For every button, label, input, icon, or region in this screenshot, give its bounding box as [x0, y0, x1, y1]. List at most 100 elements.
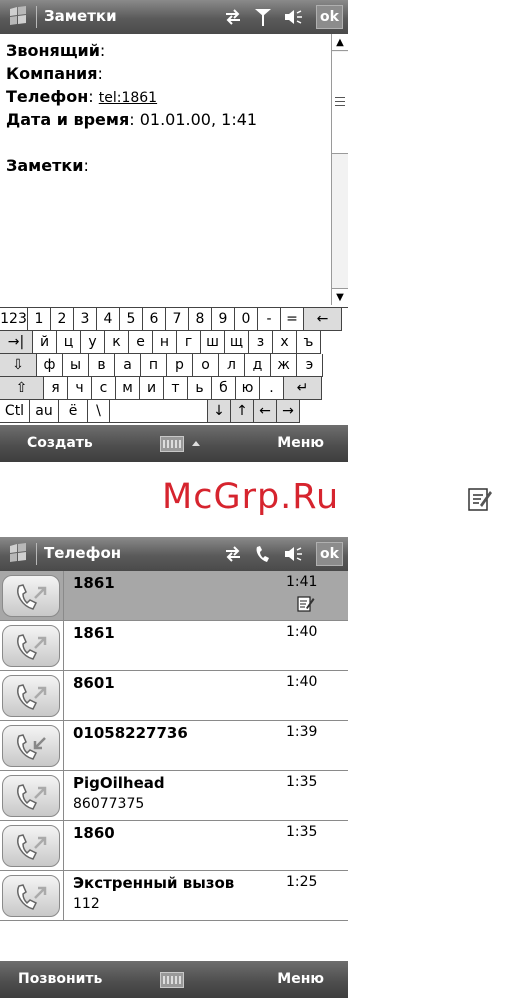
input-menu-caret-icon[interactable]	[192, 441, 200, 446]
keyboard-key[interactable]: ь	[188, 377, 212, 400]
phone-handset-icon[interactable]	[252, 543, 274, 565]
signal-antenna-icon[interactable]	[252, 6, 274, 28]
keyboard-key[interactable]: 5	[120, 308, 143, 331]
keyboard-key[interactable]: au	[30, 400, 59, 423]
keyboard-key[interactable]: ⇧	[0, 377, 44, 400]
keyboard-key[interactable]: ⇩	[0, 354, 37, 377]
keyboard-key[interactable]: ↓	[208, 400, 231, 423]
call-list-item[interactable]: 01058227736 1:39	[0, 721, 348, 771]
keyboard-key[interactable]: ←	[254, 400, 277, 423]
scroll-up-button[interactable]: ▲	[332, 34, 348, 51]
keyboard-key[interactable]: у	[81, 331, 105, 354]
keyboard-key[interactable]: ё	[59, 400, 88, 423]
keyboard-key[interactable]: 6	[143, 308, 166, 331]
new-softkey[interactable]: Создать	[27, 435, 93, 451]
keyboard-key[interactable]: 123	[0, 308, 28, 331]
keyboard-key[interactable]: 7	[166, 308, 189, 331]
keyboard-key[interactable]: \	[88, 400, 110, 423]
keyboard-key[interactable]: ф	[37, 354, 63, 377]
connectivity-arrows-icon[interactable]	[222, 6, 244, 28]
keyboard-key[interactable]: с	[92, 377, 116, 400]
keyboard-key[interactable]: а	[115, 354, 141, 377]
keyboard-key[interactable]: и	[140, 377, 164, 400]
keyboard-key[interactable]: л	[219, 354, 245, 377]
connectivity-arrows-icon[interactable]	[222, 543, 244, 565]
keyboard-key[interactable]: ы	[63, 354, 89, 377]
windows-flag-icon[interactable]	[4, 3, 32, 31]
keyboard-key[interactable]: 8	[189, 308, 212, 331]
keyboard-key[interactable]: ц	[57, 331, 81, 354]
note-text-area[interactable]: Звонящий: Компания: Телефон: tel:1861 Да…	[0, 34, 331, 305]
keyboard-key[interactable]: ч	[68, 377, 92, 400]
keyboard-key[interactable]: п	[141, 354, 167, 377]
keyboard-key[interactable]: з	[249, 331, 273, 354]
keyboard-key[interactable]: =	[281, 308, 304, 331]
keyboard-key[interactable]: 4	[97, 308, 120, 331]
keyboard-key[interactable]: →|	[0, 331, 33, 354]
outgoing-call-icon[interactable]	[2, 875, 60, 917]
keyboard-row: →| й ц у к е н г ш щ з х ъ	[0, 331, 348, 354]
keyboard-key[interactable]: ↵	[284, 377, 322, 400]
vertical-scrollbar[interactable]: ▲ ▼	[331, 34, 348, 305]
keyboard-key[interactable]: ш	[201, 331, 225, 354]
keyboard-key[interactable]: ↑	[231, 400, 254, 423]
speaker-icon[interactable]	[282, 543, 304, 565]
space-key[interactable]	[110, 400, 208, 423]
keyboard-key[interactable]: я	[44, 377, 68, 400]
scroll-thumb[interactable]	[332, 52, 348, 154]
keyboard-key[interactable]: э	[297, 354, 323, 377]
keyboard-key[interactable]: й	[33, 331, 57, 354]
keyboard-key[interactable]: 0	[235, 308, 258, 331]
call-list-item[interactable]: 1860 1:35	[0, 821, 348, 871]
call-list-item[interactable]: 1861 1:41	[0, 571, 348, 621]
call-list-item[interactable]: 8601 1:40	[0, 671, 348, 721]
keyboard-key[interactable]: т	[164, 377, 188, 400]
keyboard-key[interactable]: о	[193, 354, 219, 377]
outgoing-call-icon[interactable]	[2, 675, 60, 717]
title-separator	[36, 6, 37, 28]
ok-button[interactable]: ok	[316, 542, 343, 566]
call-list-item[interactable]: Экстренный вызов 112 1:25	[0, 871, 348, 921]
keyboard-key[interactable]: н	[153, 331, 177, 354]
call-list-item[interactable]: PigOilhead 86077375 1:35	[0, 771, 348, 821]
speaker-icon[interactable]	[282, 6, 304, 28]
outgoing-call-icon[interactable]	[2, 825, 60, 867]
phone-link[interactable]: tel:1861	[99, 90, 157, 106]
menu-softkey[interactable]: Меню	[277, 971, 324, 987]
menu-softkey[interactable]: Меню	[277, 435, 324, 451]
keyboard-key[interactable]: б	[212, 377, 236, 400]
outgoing-call-icon[interactable]	[2, 625, 60, 667]
keyboard-key[interactable]: 1	[28, 308, 51, 331]
notes-screen: Заметки ok Звонящий: Компания: Телефон: …	[0, 0, 348, 462]
keyboard-key[interactable]: х	[273, 331, 297, 354]
keyboard-icon[interactable]	[160, 972, 184, 988]
keyboard-key[interactable]: е	[129, 331, 153, 354]
keyboard-key[interactable]: м	[116, 377, 140, 400]
incoming-call-icon[interactable]	[2, 725, 60, 767]
windows-flag-icon[interactable]	[4, 540, 32, 568]
keyboard-key[interactable]: щ	[225, 331, 249, 354]
keyboard-key[interactable]: к	[105, 331, 129, 354]
keyboard-key[interactable]: ъ	[297, 331, 321, 354]
call-list-item[interactable]: 1861 1:40	[0, 621, 348, 671]
keyboard-key[interactable]: 9	[212, 308, 235, 331]
keyboard-key[interactable]: ж	[271, 354, 297, 377]
keyboard-key[interactable]: →	[277, 400, 300, 423]
keyboard-key[interactable]: ←	[304, 308, 342, 331]
keyboard-key[interactable]: -	[258, 308, 281, 331]
keyboard-key[interactable]: 3	[74, 308, 97, 331]
scroll-down-button[interactable]: ▼	[332, 288, 348, 305]
keyboard-key[interactable]: 2	[51, 308, 74, 331]
ok-button[interactable]: ok	[316, 5, 343, 29]
keyboard-key[interactable]: д	[245, 354, 271, 377]
outgoing-call-icon[interactable]	[2, 775, 60, 817]
keyboard-key[interactable]: ю	[236, 377, 260, 400]
keyboard-icon[interactable]	[160, 436, 184, 452]
keyboard-key[interactable]: р	[167, 354, 193, 377]
call-softkey[interactable]: Позвонить	[18, 971, 102, 987]
keyboard-key[interactable]: г	[177, 331, 201, 354]
keyboard-key[interactable]: Ctl	[0, 400, 30, 423]
keyboard-key[interactable]: .	[260, 377, 284, 400]
keyboard-key[interactable]: в	[89, 354, 115, 377]
outgoing-call-icon[interactable]	[2, 575, 60, 617]
